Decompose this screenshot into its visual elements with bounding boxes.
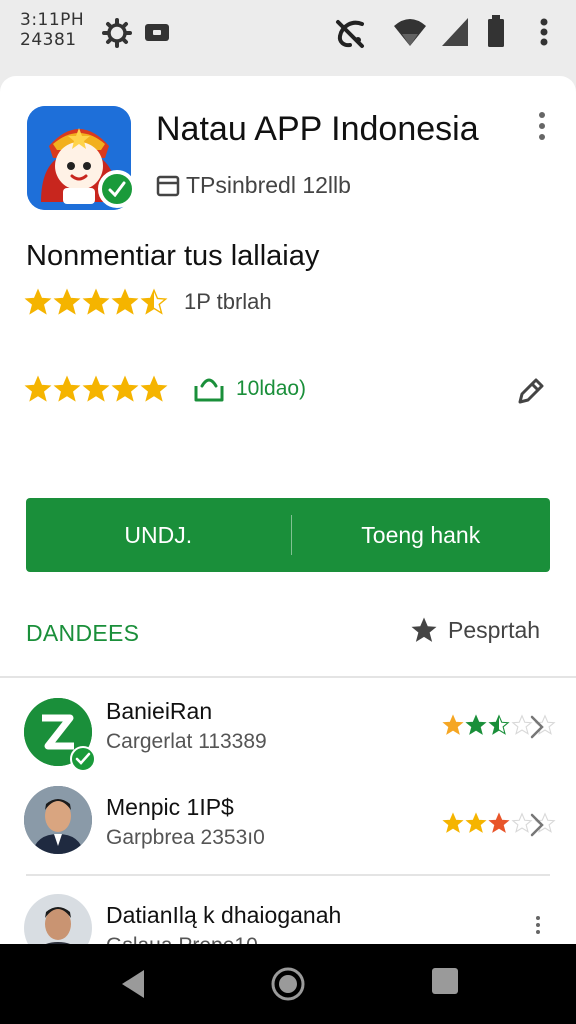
rating-count: 1P tbrlah <box>184 289 272 314</box>
list-divider <box>26 874 550 876</box>
storage-icon <box>156 175 180 196</box>
list-item-name: Menpic 1IP$ <box>106 794 234 820</box>
star-icon <box>53 375 81 402</box>
avatar <box>24 894 92 944</box>
list-item[interactable]: Menpic 1IP$ Garpbrea 2353ı0 <box>0 778 576 868</box>
share-edit-icon[interactable] <box>514 374 548 408</box>
message-icon <box>145 24 169 41</box>
star-icon <box>82 375 110 402</box>
star-icon <box>111 375 139 402</box>
star-icon <box>488 714 510 735</box>
download-box-icon <box>194 378 224 402</box>
list-item-subtitle: Cargerlat 113389 <box>106 730 267 753</box>
recents-icon[interactable] <box>430 966 460 996</box>
status-bar: 3:11PH 24381 <box>0 0 576 70</box>
downloads-count: 10ldao) <box>236 377 307 400</box>
app-detail-card: Natau APP Indonesia TPsinbredl 12llb Non… <box>0 76 576 944</box>
secondary-rating-stars <box>24 375 168 403</box>
star-icon <box>488 812 510 833</box>
star-icon <box>465 714 487 735</box>
chevron-right-icon[interactable] <box>528 714 546 740</box>
star-icon <box>411 617 437 642</box>
verified-badge-icon <box>98 170 136 208</box>
verified-badge-icon <box>70 746 96 772</box>
battery-icon <box>488 15 504 47</box>
star-icon <box>24 375 52 402</box>
chevron-right-icon[interactable] <box>528 812 546 838</box>
list-item-menu-icon[interactable] <box>534 916 542 937</box>
signal-icon <box>442 18 468 46</box>
more-icon[interactable] <box>538 18 550 48</box>
app-title: Natau APP Indonesia <box>156 110 479 148</box>
list-item-name: DatianIlą k dhaioganah <box>106 902 342 928</box>
developer-row[interactable]: TPsinbredl 12llb <box>156 172 351 199</box>
star-icon <box>442 714 464 735</box>
action-bar: UNDJ. Toeng hank <box>26 498 550 572</box>
rating-stars <box>24 288 168 316</box>
star-icon <box>442 812 464 833</box>
secondary-action-button[interactable]: Toeng hank <box>292 498 551 572</box>
star-icon <box>82 288 110 315</box>
section-title: DANDEES <box>26 620 140 646</box>
status-time: 3:11PH <box>20 10 85 30</box>
back-icon[interactable] <box>118 966 148 1002</box>
download-button[interactable]: UNDJ. <box>26 498 291 572</box>
star-icon <box>111 288 139 315</box>
section-divider <box>0 676 576 678</box>
list-item[interactable]: DatianIlą k dhaioganah Gslaua Prepe10 <box>0 888 576 944</box>
app-menu-icon[interactable] <box>532 112 552 142</box>
rating-row: 1P tbrlah <box>24 288 272 316</box>
wifi-icon <box>394 19 426 46</box>
no-sim-icon <box>336 20 364 48</box>
list-item-subtitle: Gslaua Prepe10 <box>106 934 258 944</box>
avatar <box>24 786 92 854</box>
app-subtitle: Nonmentiar tus lallaiay <box>26 240 320 272</box>
list-item-name: BanieiRan <box>106 698 213 724</box>
status-date: 24381 <box>20 30 77 50</box>
home-icon[interactable] <box>270 966 306 1002</box>
navigation-bar <box>0 944 576 1024</box>
star-icon <box>465 812 487 833</box>
section-action-button[interactable]: Pesprtah <box>408 615 540 645</box>
list-item-subtitle: Garpbrea 2353ı0 <box>106 826 265 849</box>
status-clock: 3:11PH 24381 <box>20 10 84 50</box>
settings-icon <box>102 18 132 48</box>
list-item[interactable]: BanieiRan Cargerlat 113389 <box>0 688 576 778</box>
star-icon <box>53 288 81 315</box>
star-icon <box>24 288 52 315</box>
star-icon <box>140 375 168 402</box>
secondary-rating-row: 10ldao) <box>24 374 306 404</box>
developer-name: TPsinbredl 12llb <box>186 172 351 198</box>
star-icon <box>140 288 168 315</box>
section-action-label: Pesprtah <box>448 616 541 643</box>
